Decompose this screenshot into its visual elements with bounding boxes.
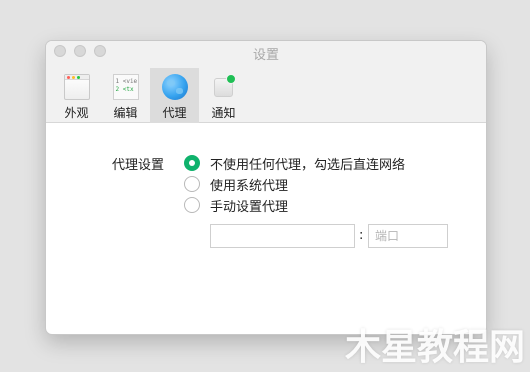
settings-window: 设置 外观 1 <vie 2 <tx 编辑 代理 通知 代理设置 不使用任何代理… bbox=[46, 41, 486, 334]
appearance-icon bbox=[63, 74, 90, 100]
tab-appearance[interactable]: 外观 bbox=[52, 68, 101, 123]
proxy-settings-label: 代理设置 bbox=[112, 158, 165, 173]
option-label: 手动设置代理 bbox=[210, 199, 289, 215]
radio-system-proxy[interactable] bbox=[184, 176, 200, 192]
option-label: 不使用任何代理，勾选后直连网络 bbox=[210, 157, 406, 173]
preferences-toolbar: 外观 1 <vie 2 <tx 编辑 代理 通知 bbox=[52, 68, 248, 123]
option-system-proxy[interactable]: 使用系统代理 bbox=[184, 174, 405, 194]
option-label: 使用系统代理 bbox=[210, 178, 289, 194]
tab-label: 代理 bbox=[162, 106, 187, 120]
globe-icon bbox=[161, 74, 188, 100]
radio-no-proxy[interactable] bbox=[184, 155, 200, 171]
tab-label: 外观 bbox=[64, 106, 89, 120]
option-manual-proxy[interactable]: 手动设置代理 bbox=[184, 195, 405, 215]
proxy-options: 不使用任何代理，勾选后直连网络 使用系统代理 手动设置代理 bbox=[184, 153, 405, 216]
proxy-port-input[interactable] bbox=[368, 224, 448, 248]
proxy-settings-panel: 代理设置 不使用任何代理，勾选后直连网络 使用系统代理 手动设置代理 : bbox=[46, 123, 486, 334]
editor-icon: 1 <vie 2 <tx bbox=[112, 74, 139, 100]
tab-label: 编辑 bbox=[113, 106, 138, 120]
tab-notification[interactable]: 通知 bbox=[199, 68, 248, 123]
proxy-host-input[interactable] bbox=[210, 224, 355, 248]
tab-label: 通知 bbox=[211, 106, 236, 120]
watermark: 木星教程网 bbox=[344, 327, 525, 368]
notification-icon bbox=[211, 74, 237, 100]
radio-manual-proxy[interactable] bbox=[184, 197, 200, 213]
tab-proxy[interactable]: 代理 bbox=[150, 68, 199, 123]
title-bar: 设置 外观 1 <vie 2 <tx 编辑 代理 通知 bbox=[46, 41, 486, 123]
tab-editor[interactable]: 1 <vie 2 <tx 编辑 bbox=[101, 68, 150, 123]
host-port-separator: : bbox=[359, 228, 364, 243]
window-title: 设置 bbox=[252, 48, 279, 63]
option-no-proxy[interactable]: 不使用任何代理，勾选后直连网络 bbox=[184, 153, 405, 173]
